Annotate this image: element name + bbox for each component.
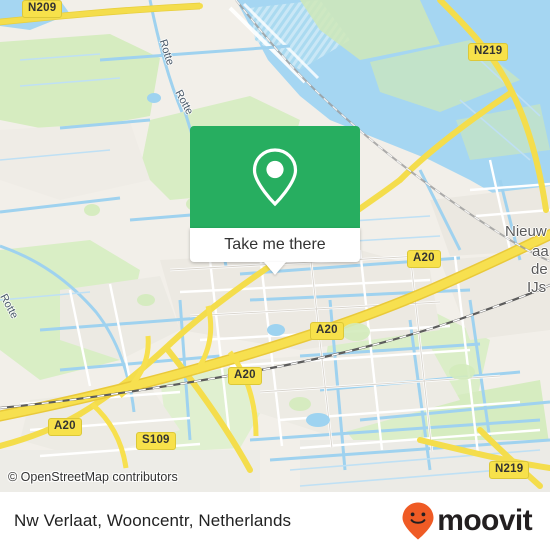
road-shield-a20-right: A20 [407,250,441,268]
map-canvas[interactable]: N209 N219 A20 A20 A20 A20 S109 N219 Rott… [0,0,550,492]
road-shield-n209: N209 [22,0,63,18]
place-label-line2: aa [532,243,549,260]
popup-cta-label: Take me there [224,236,326,253]
place-label-line3: de [531,261,548,278]
road-shield-s109: S109 [136,432,176,450]
popup-tail [264,262,286,275]
place-label-line1: Nieuw [505,223,547,240]
location-title: Nw Verlaat, Wooncentr, Netherlands [14,511,292,530]
road-shield-a20-left: A20 [48,418,82,436]
footer-bar: Nw Verlaat, Wooncentr, Netherlands moovi… [0,492,550,550]
map-screenshot: N209 N219 A20 A20 A20 A20 S109 N219 Rott… [0,0,550,550]
road-shield-n219-bottom: N219 [489,461,530,479]
moovit-smiley-pin-icon [402,502,434,540]
map-pin-icon [252,148,298,207]
moovit-wordmark: moovit [437,504,532,537]
map-attribution[interactable]: © OpenStreetMap contributors [8,470,178,484]
place-label-line4: IJs [527,279,547,296]
moovit-brand[interactable]: moovit [401,501,533,541]
popup-image-area [190,126,360,228]
popup-cta[interactable]: Take me there [190,228,360,275]
road-shield-a20-center: A20 [310,322,344,340]
road-shield-a20-midleft: A20 [228,367,262,385]
location-popup[interactable]: Take me there [190,126,360,275]
road-shield-n219-top: N219 [468,43,509,61]
